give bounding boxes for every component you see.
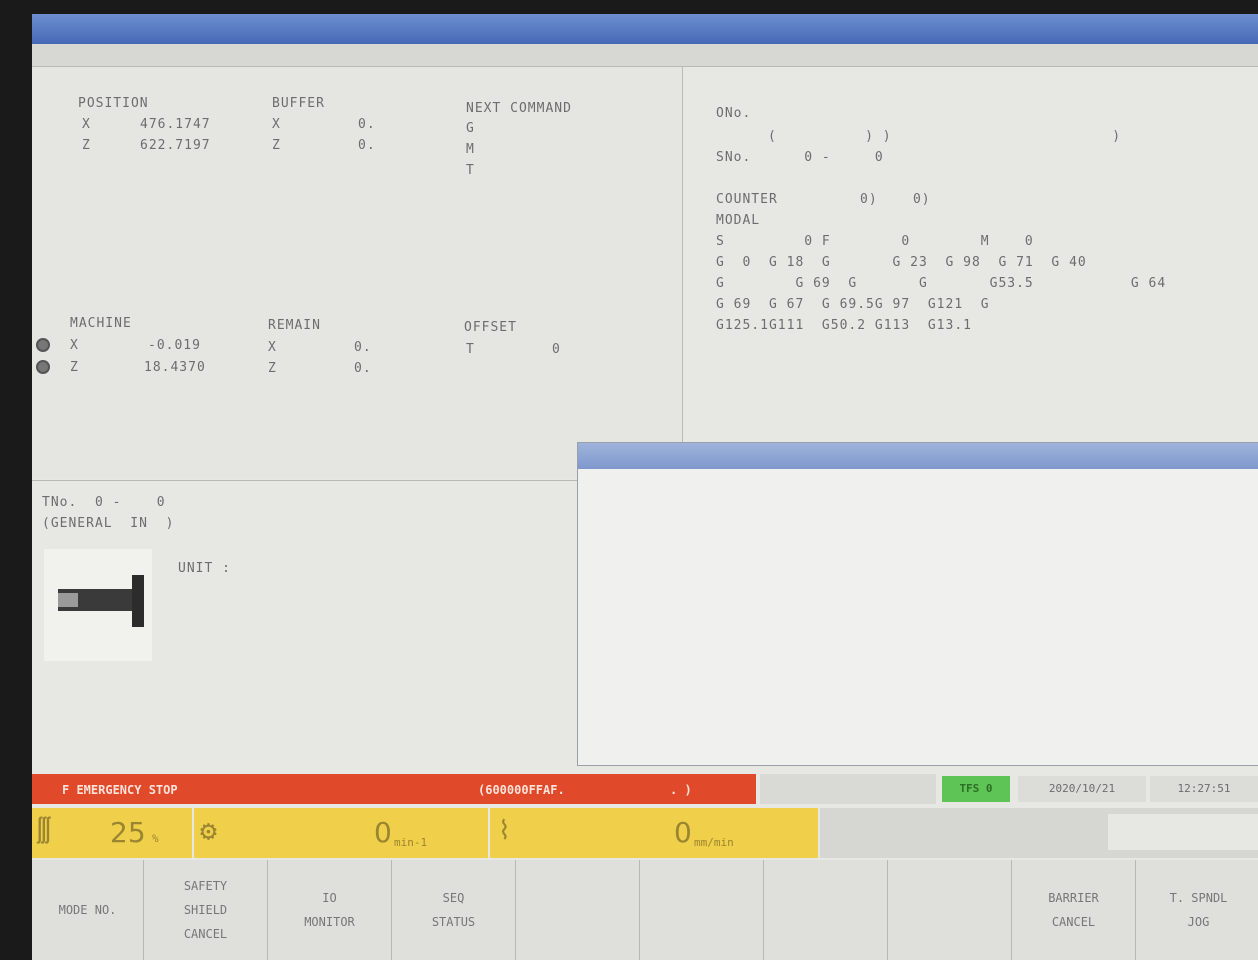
spindle-unit: min-1 <box>394 836 428 849</box>
softkey-label: JOG <box>1187 915 1210 929</box>
window-titlebar <box>32 14 1258 44</box>
remain-heading: REMAIN <box>268 318 321 333</box>
softkey-3[interactable]: IO MONITOR <box>268 860 392 960</box>
position-panel <box>32 67 682 479</box>
spindle-value: 0 <box>374 816 392 849</box>
program-number: ONo. <box>716 106 752 121</box>
softkey-2[interactable]: SAFETY SHIELD CANCEL <box>144 860 268 960</box>
tool-general: (GENERAL IN ) <box>42 516 175 531</box>
modal-label: MODAL <box>716 213 761 228</box>
softkey-label: IO <box>322 891 337 905</box>
remain-z-value: 0. <box>354 361 372 376</box>
spindle-icon: ⚙ <box>200 814 217 847</box>
buffer-heading: BUFFER <box>272 96 325 111</box>
modal-row: G 0 G 18 G G 23 G 98 G 71 G 40 <box>716 255 1087 270</box>
softkey-1[interactable]: MODE NO. <box>32 860 144 960</box>
feed-unit: mm/min <box>694 836 734 849</box>
softkey-5[interactable] <box>516 860 640 960</box>
alarm-code: (600000FFAF. <box>478 783 565 797</box>
softkey-10[interactable]: T. SPNDL JOG <box>1136 860 1258 960</box>
status-blank <box>760 774 936 804</box>
menu-bar[interactable] <box>32 44 1258 67</box>
softkey-label: MONITOR <box>304 915 355 929</box>
softkey-label: MODE NO. <box>58 903 117 917</box>
buffer-x-label: X <box>272 117 281 132</box>
program-comment: ( ) ) ) <box>768 129 1122 144</box>
position-heading: POSITION <box>78 96 149 111</box>
counter-value: 0) 0) <box>860 192 931 207</box>
softkey-label: BARRIER <box>1048 891 1099 905</box>
modal-row: G125.1G111 G50.2 G113 G13.1 <box>716 318 972 333</box>
feed-icon: ⌇ <box>498 816 511 846</box>
message-window[interactable] <box>577 442 1258 766</box>
sequence-number: SNo. 0 - 0 <box>716 150 884 165</box>
gear-icon <box>36 360 50 374</box>
override-spare <box>820 808 1258 858</box>
status-time: 12:27:51 <box>1150 776 1258 802</box>
vertical-divider <box>682 67 683 447</box>
machine-z-value: 18.4370 <box>144 360 206 375</box>
status-date: 2020/10/21 <box>1018 776 1146 802</box>
machine-z-label: Z <box>70 360 79 375</box>
softkey-8[interactable] <box>888 860 1012 960</box>
rapid-override-unit: % <box>152 832 159 845</box>
rapid-override-value: 25 <box>110 816 146 849</box>
softkey-7[interactable] <box>764 860 888 960</box>
softkey-label: STATUS <box>431 915 476 929</box>
softkey-6[interactable] <box>640 860 764 960</box>
modal-row: G G 69 G G G53.5 G 64 <box>716 276 1167 291</box>
next-command-g: G <box>466 121 475 136</box>
buffer-z-label: Z <box>272 138 281 153</box>
alarm-text: F EMERGENCY STOP <box>62 783 178 797</box>
softkey-label: CANCEL <box>183 927 228 941</box>
modal-row: S 0 F 0 M 0 <box>716 234 1034 249</box>
feed-value: 0 <box>674 816 692 849</box>
softkey-label: T. SPNDL <box>1169 891 1228 905</box>
next-command-m: M <box>466 142 475 157</box>
position-x-label: X <box>82 117 91 132</box>
rapid-override: ∭ 25 % <box>32 808 192 858</box>
position-z-value: 622.7197 <box>140 138 211 153</box>
offset-t-value: 0 <box>552 342 561 357</box>
counter-label: COUNTER <box>716 192 778 207</box>
next-command-t: T <box>466 163 475 178</box>
machine-heading: MACHINE <box>70 316 132 331</box>
tool-unit: UNIT : <box>178 561 231 576</box>
remain-z-label: Z <box>268 361 277 376</box>
gear-icon <box>36 338 50 352</box>
softkey-label: CANCEL <box>1051 915 1096 929</box>
position-z-label: Z <box>82 138 91 153</box>
modal-row: G 69 G 67 G 69.5G 97 G121 G <box>716 297 990 312</box>
tool-image <box>44 549 152 661</box>
tfs-indicator: TFS 0 <box>942 776 1010 802</box>
horizontal-divider <box>32 480 577 481</box>
buffer-x-value: 0. <box>358 117 376 132</box>
softkey-row: MODE NO. SAFETY SHIELD CANCEL IO MONITOR SEQ ST… <box>32 860 1258 960</box>
alarm-bar: F EMERGENCY STOP (600000FFAF. . ) <box>32 774 756 804</box>
position-x-value: 476.1747 <box>140 117 211 132</box>
alarm-tail: . ) <box>670 783 692 797</box>
softkey-label: SEQ <box>442 891 465 905</box>
machine-x-value: -0.019 <box>148 338 201 353</box>
rapid-icon: ∭ <box>36 816 52 846</box>
message-window-titlebar <box>578 443 1258 469</box>
remain-x-label: X <box>268 340 277 355</box>
next-command-heading: NEXT COMMAND <box>466 101 572 116</box>
buffer-z-value: 0. <box>358 138 376 153</box>
feed-override: ⌇ 0 mm/min <box>490 808 818 858</box>
remain-x-value: 0. <box>354 340 372 355</box>
softkey-label: SAFETY <box>183 879 228 893</box>
spindle-override: ⚙ 0 min-1 <box>194 808 488 858</box>
cnc-screen: POSITION X 476.1747 Z 622.7197 BUFFER X … <box>32 14 1258 960</box>
softkey-label: SHIELD <box>183 903 228 917</box>
machine-x-label: X <box>70 338 79 353</box>
offset-t-label: T <box>466 342 475 357</box>
offset-heading: OFFSET <box>464 320 517 335</box>
tool-number: TNo. 0 - 0 <box>42 495 166 510</box>
softkey-9[interactable]: BARRIER CANCEL <box>1012 860 1136 960</box>
softkey-4[interactable]: SEQ STATUS <box>392 860 516 960</box>
